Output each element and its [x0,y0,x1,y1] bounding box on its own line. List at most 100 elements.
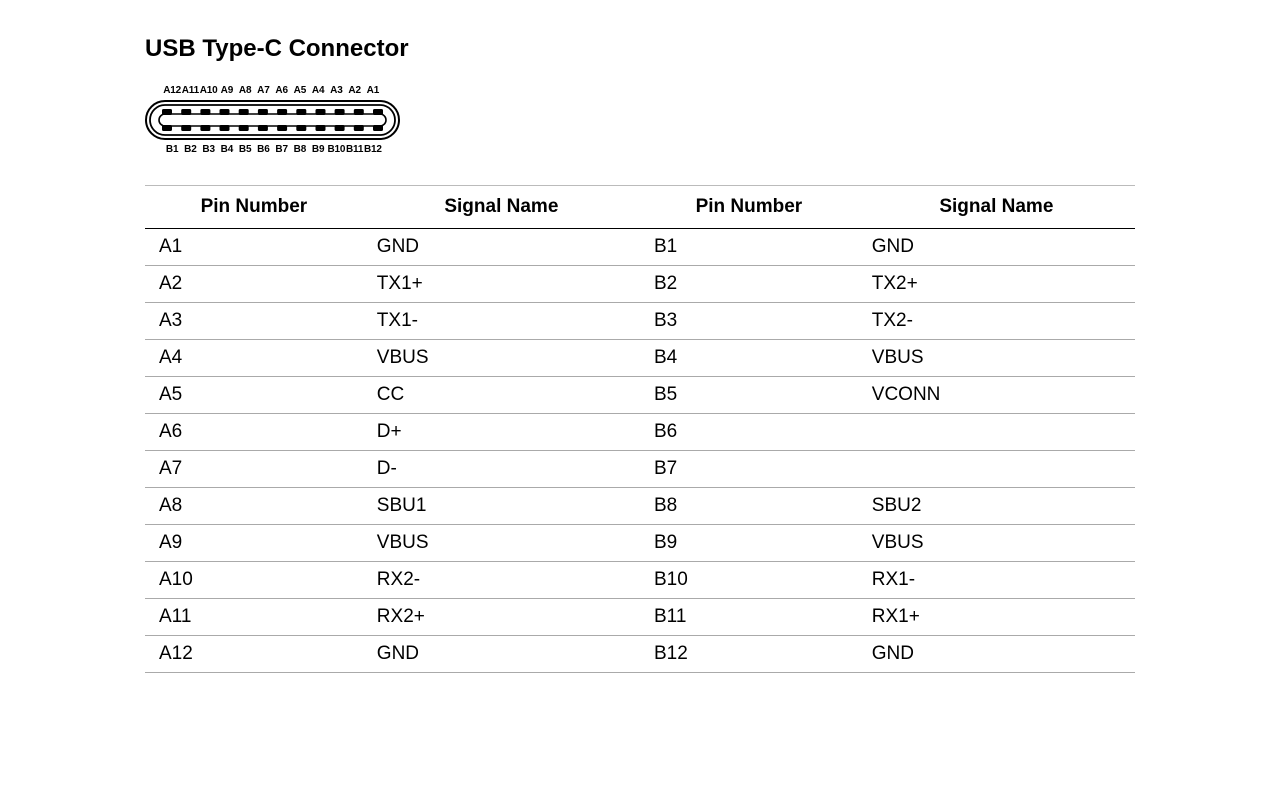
page: USB Type-C Connector A12A11A10A9A8A7A6A5… [0,0,1280,800]
col-header: Pin Number [145,186,363,229]
pin-pad [258,125,268,131]
table-row: A6D+B6 [145,414,1135,451]
table-cell: B9 [640,525,858,562]
pin-pad [162,109,172,115]
pin-label: B6 [254,144,272,155]
table-cell: TX1- [363,303,640,340]
pin-pad [181,109,191,115]
table-cell: TX2- [858,303,1135,340]
pin-label: A1 [364,85,382,96]
pin-label: A5 [291,85,309,96]
col-header: Pin Number [640,186,858,229]
table-cell: TX2+ [858,266,1135,303]
top-pin-labels: A12A11A10A9A8A7A6A5A4A3A2A1 [145,85,400,96]
table-row: A12GNDB12GND [145,636,1135,673]
table-cell: SBU1 [363,488,640,525]
pin-label: A4 [309,85,327,96]
table-cell: VCONN [858,377,1135,414]
pin-pad [220,125,230,131]
pin-pad [277,109,287,115]
table-cell: B11 [640,599,858,636]
pin-label: B7 [273,144,291,155]
table-cell: VBUS [858,340,1135,377]
pin-pad [181,125,191,131]
table-cell: RX1- [858,562,1135,599]
table-cell: RX1+ [858,599,1135,636]
table-cell: GND [858,636,1135,673]
table-row: A3TX1-B3TX2- [145,303,1135,340]
table-cell: VBUS [363,525,640,562]
table-cell: A5 [145,377,363,414]
table-row: A4VBUSB4VBUS [145,340,1135,377]
table-row: A9VBUSB9VBUS [145,525,1135,562]
table-cell: VBUS [858,525,1135,562]
pin-label: B1 [163,144,181,155]
usb-c-connector-icon [145,100,400,140]
pin-pad [373,125,383,131]
pin-label: B9 [309,144,327,155]
table-cell: B7 [640,451,858,488]
pin-label: A2 [346,85,364,96]
table-cell: TX1+ [363,266,640,303]
pin-label: B5 [236,144,254,155]
table-cell: B3 [640,303,858,340]
table-row: A11RX2+B11RX1+ [145,599,1135,636]
table-cell: A10 [145,562,363,599]
pin-pad [316,109,326,115]
pin-label: A3 [327,85,345,96]
table-cell: CC [363,377,640,414]
pin-label: A12 [163,85,181,96]
pin-label: A10 [200,85,218,96]
table-cell: A11 [145,599,363,636]
pin-pad [316,125,326,131]
pin-label: B11 [346,144,364,155]
page-title: USB Type-C Connector [145,35,1135,63]
pin-label: B8 [291,144,309,155]
table-row: A8SBU1B8SBU2 [145,488,1135,525]
pin-label: B2 [181,144,199,155]
pin-pad [296,125,306,131]
col-header: Signal Name [858,186,1135,229]
table-cell: A2 [145,266,363,303]
table-cell: SBU2 [858,488,1135,525]
table-row: A1GNDB1GND [145,229,1135,266]
table-cell: GND [858,229,1135,266]
table-cell: A12 [145,636,363,673]
pin-pad [335,125,345,131]
table-cell: B5 [640,377,858,414]
table-cell: A1 [145,229,363,266]
pin-label: B4 [218,144,236,155]
table-row: A2TX1+B2TX2+ [145,266,1135,303]
pin-pad [239,125,249,131]
table-cell [858,414,1135,451]
bottom-pin-labels: B1B2B3B4B5B6B7B8B9B10B11B12 [145,144,400,155]
table-cell: A3 [145,303,363,340]
table-cell: B10 [640,562,858,599]
pin-pad [373,109,383,115]
table-cell: RX2- [363,562,640,599]
col-header: Signal Name [363,186,640,229]
pin-pad [200,109,210,115]
table-row: A10RX2-B10RX1- [145,562,1135,599]
pin-label: A6 [273,85,291,96]
pin-label: A8 [236,85,254,96]
table-cell: A8 [145,488,363,525]
table-header-row: Pin Number Signal Name Pin Number Signal… [145,186,1135,229]
pin-pad [200,125,210,131]
table-cell: B8 [640,488,858,525]
pin-label: A9 [218,85,236,96]
table-cell: GND [363,636,640,673]
pin-pad [296,109,306,115]
table-cell: A7 [145,451,363,488]
table-cell: RX2+ [363,599,640,636]
connector-diagram: A12A11A10A9A8A7A6A5A4A3A2A1 B1B2B3B4B5B6… [145,85,400,155]
table-cell: GND [363,229,640,266]
pinout-table: Pin Number Signal Name Pin Number Signal… [145,185,1135,673]
table-cell: A4 [145,340,363,377]
table-cell: B12 [640,636,858,673]
table-cell: B2 [640,266,858,303]
table-cell: A9 [145,525,363,562]
pin-pad [239,109,249,115]
pin-pad [335,109,345,115]
table-cell: VBUS [363,340,640,377]
